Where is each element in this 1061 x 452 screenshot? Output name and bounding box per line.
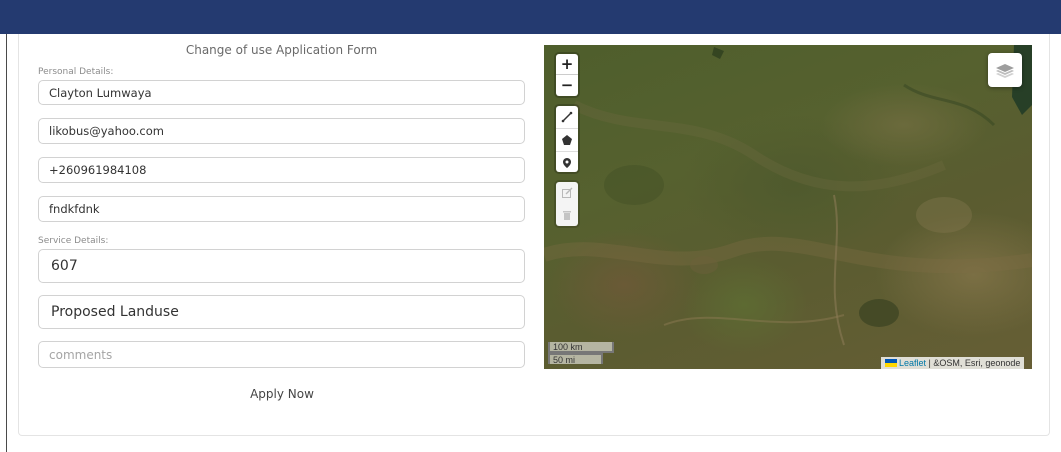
zoom-control: + − bbox=[556, 54, 578, 96]
ukraine-flag-icon bbox=[885, 359, 897, 367]
attribution-text: &OSM, Esri, geonode bbox=[933, 358, 1021, 368]
address-field[interactable]: fndkfdnk bbox=[38, 196, 525, 222]
address-value: fndkfdnk bbox=[49, 202, 100, 216]
edit-toolbar bbox=[556, 182, 578, 226]
comments-input[interactable]: comments bbox=[38, 341, 525, 368]
service-details-label: Service Details: bbox=[38, 236, 109, 246]
zoom-out-button[interactable]: − bbox=[556, 74, 578, 95]
polyline-icon bbox=[561, 111, 573, 123]
draw-polyline-button[interactable] bbox=[556, 106, 578, 128]
name-value: Clayton Lumwaya bbox=[49, 85, 152, 100]
draw-polygon-button[interactable] bbox=[556, 128, 578, 151]
edit-layers-icon bbox=[562, 187, 573, 198]
current-use-value: 607 bbox=[51, 258, 78, 274]
draw-toolbar bbox=[556, 106, 578, 172]
email-value: likobus@yahoo.com bbox=[49, 124, 164, 138]
proposed-landuse-value: Proposed Landuse bbox=[51, 304, 179, 320]
scale-bar-km: 100 km bbox=[548, 342, 614, 353]
frame-border bbox=[6, 34, 7, 452]
zoom-in-button[interactable]: + bbox=[556, 54, 578, 74]
polygon-icon bbox=[562, 135, 572, 145]
marker-icon bbox=[563, 158, 571, 168]
edit-layers-button[interactable] bbox=[556, 182, 578, 204]
name-field[interactable]: Clayton Lumwaya bbox=[38, 80, 525, 105]
proposed-landuse-select[interactable]: Proposed Landuse bbox=[38, 295, 525, 329]
delete-layers-button[interactable] bbox=[556, 204, 578, 226]
form-title: Change of use Application Form bbox=[185, 43, 378, 57]
phone-field[interactable]: +260961984108 bbox=[38, 157, 525, 183]
terrain-texture bbox=[544, 45, 1032, 346]
layers-icon bbox=[996, 64, 1014, 78]
draw-marker-button[interactable] bbox=[556, 151, 578, 174]
comments-placeholder: comments bbox=[49, 347, 113, 362]
satellite-map[interactable] bbox=[544, 45, 1032, 369]
map-attribution: Leaflet | &OSM, Esri, geonode bbox=[881, 357, 1025, 369]
apply-now-button[interactable]: Apply Now bbox=[230, 384, 334, 404]
current-use-field[interactable]: 607 bbox=[38, 249, 525, 283]
leaflet-link[interactable]: Leaflet bbox=[899, 358, 926, 368]
top-navbar bbox=[0, 0, 1061, 34]
phone-value: +260961984108 bbox=[49, 163, 147, 177]
delete-layers-icon bbox=[563, 211, 571, 220]
scale-bar-mi: 50 mi bbox=[548, 353, 603, 365]
email-field[interactable]: likobus@yahoo.com bbox=[38, 118, 525, 144]
personal-details-label: Personal Details: bbox=[38, 67, 114, 77]
layer-switcher-button[interactable] bbox=[988, 53, 1022, 87]
